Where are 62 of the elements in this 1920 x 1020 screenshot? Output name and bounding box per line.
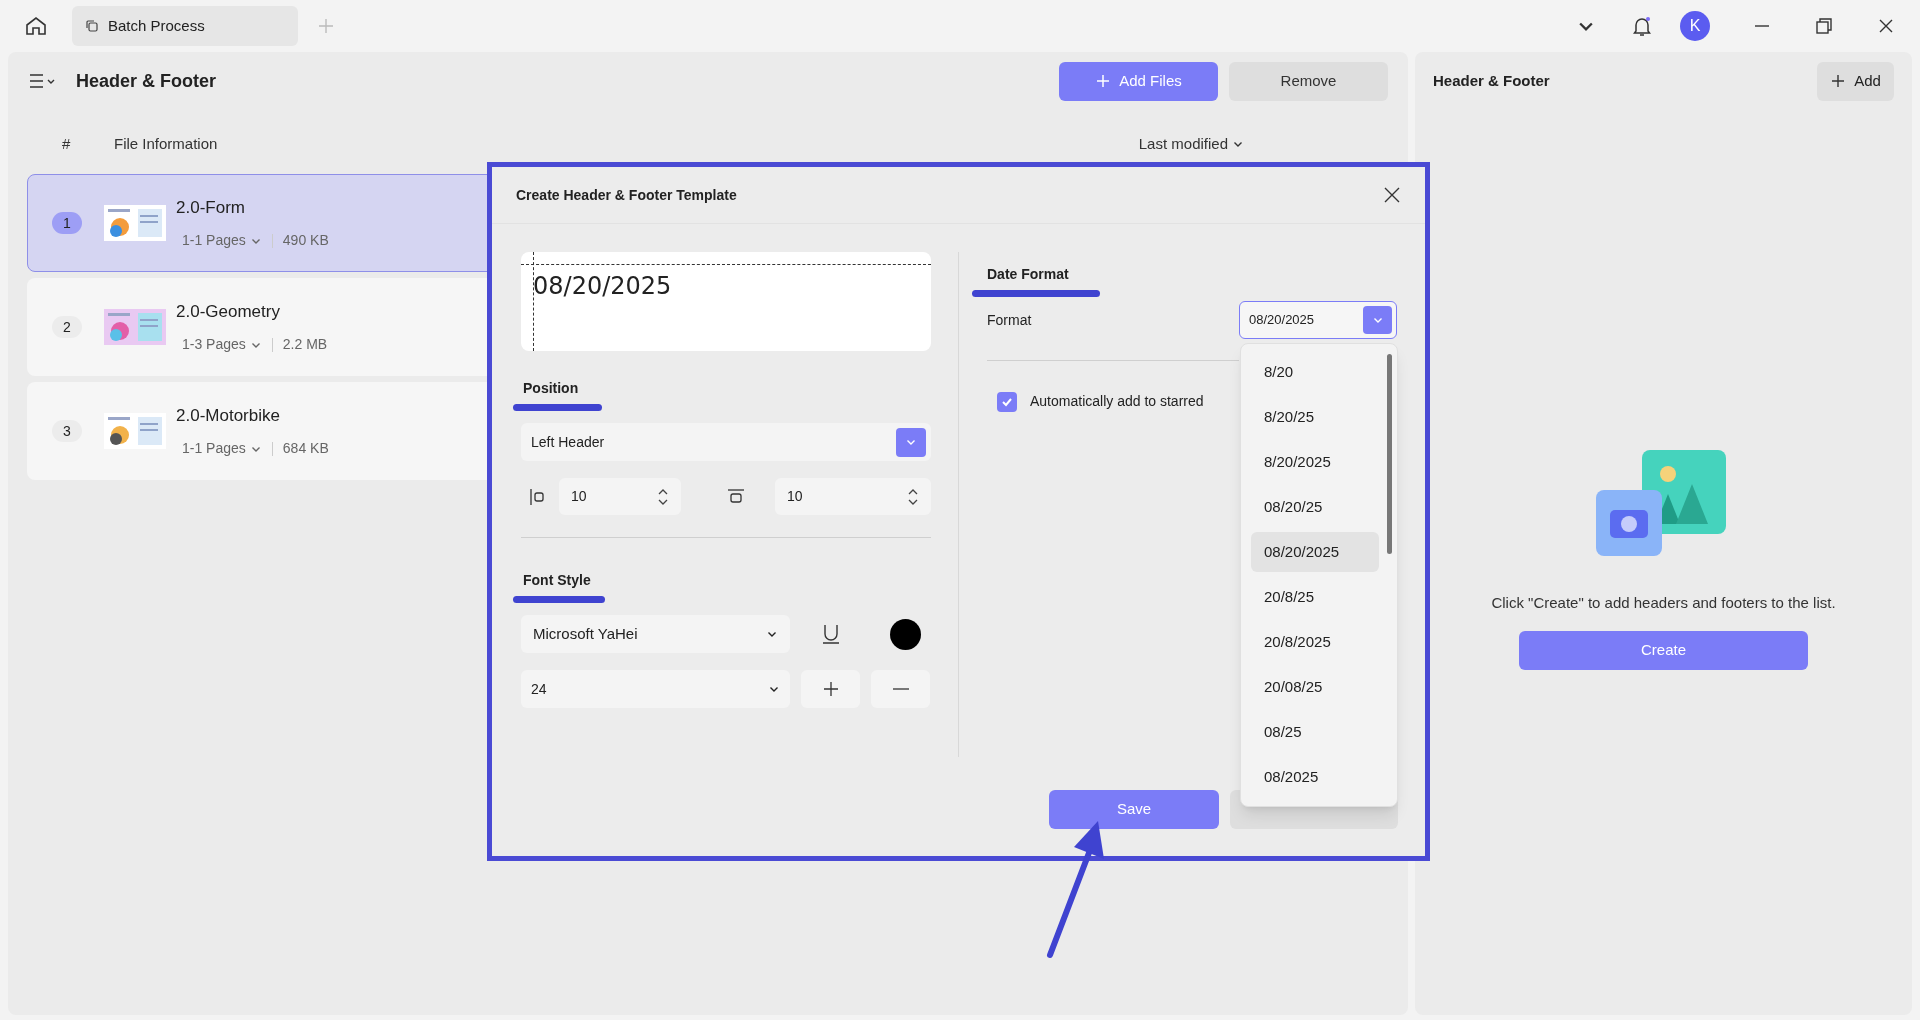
increase-button[interactable] <box>801 670 860 708</box>
row-number: 1 <box>52 212 82 234</box>
position-select[interactable]: Left Header <box>521 423 931 461</box>
dropdown-option[interactable]: 8/20 <box>1251 352 1379 392</box>
scrollbar[interactable] <box>1387 354 1392 554</box>
sort-dropdown[interactable]: Last modified <box>1138 132 1244 156</box>
top-margin-field[interactable]: 10 <box>775 478 931 515</box>
page-title: Header & Footer <box>76 69 217 93</box>
dialog-title: Create Header & Footer Template <box>516 185 737 205</box>
close-icon[interactable] <box>1383 186 1401 204</box>
page-range-dropdown[interactable]: 1-1 Pages <box>182 438 262 460</box>
add-button[interactable]: Add <box>1817 61 1894 101</box>
dropdown-option[interactable]: 20/8/25 <box>1251 577 1379 617</box>
plus-icon <box>822 681 839 697</box>
dropdown-option[interactable]: 08/20/2025 <box>1251 532 1379 572</box>
copy-icon <box>84 18 100 34</box>
column-header: # <box>62 133 72 154</box>
file-name: 2.0-Geometry <box>176 300 281 323</box>
dropdown-option[interactable]: 08/20/25 <box>1251 487 1379 527</box>
page-range-dropdown[interactable]: 1-1 Pages <box>182 230 262 252</box>
section-heading: Date Format <box>987 265 1070 284</box>
size-select[interactable]: 24 <box>521 670 790 708</box>
bell-icon[interactable] <box>1630 14 1654 38</box>
page-range-dropdown[interactable]: 1-3 Pages <box>182 334 262 356</box>
dropdown-option[interactable]: 08/25 <box>1251 712 1379 752</box>
format-select[interactable]: 08/20/2025 <box>1239 301 1397 339</box>
document-tab[interactable]: Batch Process <box>72 6 298 46</box>
minus-icon <box>892 688 909 690</box>
dropdown-option[interactable]: 8/20/25 <box>1251 397 1379 437</box>
file-size: 2.2 MB <box>282 335 328 355</box>
file-size: 490 KB <box>282 231 329 251</box>
empty-message: Click "Create" to add headers and footers to the list. <box>1491 593 1836 613</box>
home-icon[interactable] <box>24 14 48 38</box>
remove-button[interactable]: Remove <box>1229 61 1388 101</box>
file-name: 2.0-Motorbike <box>176 404 281 427</box>
dropdown-option[interactable]: 08/2025 <box>1251 757 1379 797</box>
panel-title: Header & Footer <box>1433 70 1550 91</box>
column-header: File Information <box>114 133 218 154</box>
top-margin-icon <box>726 487 746 506</box>
row-number: 2 <box>52 316 82 338</box>
dropdown-option[interactable]: 20/8/2025 <box>1251 622 1379 662</box>
field-label: Format <box>987 310 1032 330</box>
plus-icon <box>1830 73 1847 89</box>
avatar[interactable]: K <box>1680 11 1710 41</box>
color-swatch[interactable] <box>890 618 921 650</box>
row-number: 3 <box>52 420 82 442</box>
left-margin-icon <box>529 487 547 506</box>
font-select[interactable]: Microsoft YaHei <box>521 615 790 653</box>
left-margin-field[interactable]: 10 <box>559 478 681 515</box>
dropdown-option[interactable]: 8/20/2025 <box>1251 442 1379 482</box>
file-name: 2.0-Form <box>176 196 246 219</box>
restore-icon[interactable] <box>1814 16 1834 36</box>
checkbox-label: Automatically add to starred <box>1030 392 1204 411</box>
dropdown-button[interactable] <box>896 427 926 457</box>
underline-icon[interactable] <box>820 623 842 645</box>
file-size: 684 KB <box>282 439 329 459</box>
dropdown-option[interactable]: 20/08/25 <box>1251 667 1379 707</box>
preview-text: 08/20/2025 <box>533 271 672 302</box>
section-heading: Position <box>523 379 580 398</box>
plus-icon <box>1095 73 1112 89</box>
section-heading: Font Style <box>523 571 592 590</box>
checkbox[interactable] <box>997 391 1017 412</box>
